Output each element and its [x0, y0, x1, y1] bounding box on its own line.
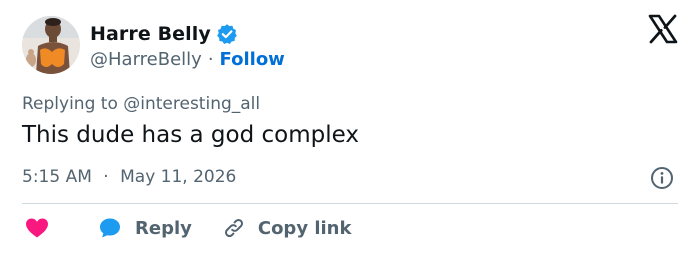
reply-mention-link[interactable]: @interesting_all — [123, 94, 260, 114]
author-info: Harre Belly @HarreBelly · Follow — [90, 21, 285, 70]
verified-badge-icon — [216, 23, 238, 45]
copy-link-label: Copy link — [257, 217, 352, 239]
link-icon — [222, 216, 246, 240]
x-logo-icon[interactable] — [648, 14, 678, 44]
avatar-image — [22, 16, 80, 74]
tweet-time: 5:15 AM — [22, 167, 92, 187]
name-row: Harre Belly — [90, 21, 285, 47]
heart-icon — [24, 216, 50, 240]
reply-context: Replying to @interesting_all — [22, 94, 260, 114]
timestamp-separator: · — [103, 167, 109, 187]
info-icon[interactable] — [650, 166, 674, 190]
avatar[interactable] — [22, 16, 80, 74]
tweet-card: Harre Belly @HarreBelly · Follow Replyin… — [0, 0, 700, 256]
handle-separator: · — [207, 48, 214, 70]
tweet-timestamp[interactable]: 5:15 AM · May 11, 2026 — [22, 167, 236, 187]
reply-context-prefix: Replying to — [22, 94, 118, 114]
reply-button[interactable]: Reply — [98, 216, 192, 240]
tweet-header: Harre Belly @HarreBelly · Follow — [22, 16, 285, 74]
reply-label: Reply — [135, 217, 192, 239]
action-bar: Reply Copy link — [24, 216, 351, 240]
copy-link-button[interactable]: Copy link — [222, 216, 352, 240]
handle-row: @HarreBelly · Follow — [90, 49, 285, 70]
like-button[interactable] — [24, 216, 50, 240]
tweet-date: May 11, 2026 — [120, 167, 237, 187]
follow-button[interactable]: Follow — [220, 49, 285, 70]
tweet-text: This dude has a god complex — [22, 122, 359, 148]
speech-bubble-icon — [98, 216, 122, 240]
author-handle[interactable]: @HarreBelly — [90, 49, 202, 70]
author-display-name[interactable]: Harre Belly — [90, 23, 211, 45]
divider — [22, 203, 678, 204]
